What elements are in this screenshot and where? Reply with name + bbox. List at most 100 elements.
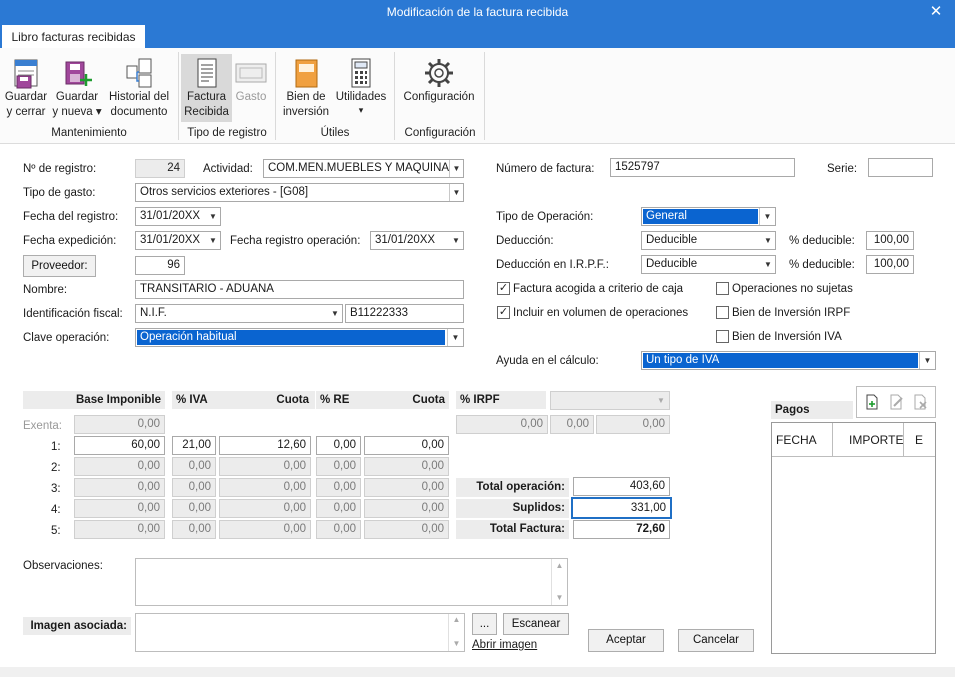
pagos-table[interactable]: FECHA IMPORTE E <box>771 422 936 654</box>
row-4-cuota[interactable]: 0,00 <box>219 499 311 518</box>
deduccion-select[interactable]: Deducible ▼ <box>641 231 776 250</box>
total-operacion-field[interactable]: 403,60 <box>573 477 670 496</box>
scroll-down-icon[interactable]: ▼ <box>449 638 464 650</box>
gasto-button[interactable]: Gasto <box>233 54 269 122</box>
scroll-up-icon[interactable]: ▲ <box>449 614 464 626</box>
save-close-button[interactable]: Guardar y cerrar <box>2 54 50 122</box>
criterio-caja-checkbox[interactable]: ✓ <box>497 282 510 295</box>
tipo-operacion-select[interactable]: General ▼ <box>641 207 776 226</box>
exenta-field[interactable]: 0,00 <box>74 415 165 434</box>
new-document-icon[interactable] <box>863 393 881 411</box>
clave-operacion-select[interactable]: Operación habitual ▼ <box>135 328 464 347</box>
row-5-re[interactable]: 0,00 <box>316 520 361 539</box>
delete-document-icon[interactable] <box>911 393 929 411</box>
deduccion-irpf-select[interactable]: Deducible ▼ <box>641 255 776 274</box>
row-1-cuota-re[interactable]: 0,00 <box>364 436 449 455</box>
save-new-button[interactable]: Guardar y nueva ▾ <box>52 54 102 122</box>
row-5-cuota-re[interactable]: 0,00 <box>364 520 449 539</box>
scrollbar[interactable]: ▲ ▼ <box>448 614 464 651</box>
close-icon[interactable]: ✕ <box>927 0 945 24</box>
configuracion-button[interactable]: Configuración <box>399 54 479 122</box>
escanear-button[interactable]: Escanear <box>503 613 569 635</box>
row-1-cuota[interactable]: 12,60 <box>219 436 311 455</box>
irpf-pct-field[interactable]: 0,00 <box>550 415 594 434</box>
id-numero-field[interactable]: B11222333 <box>345 304 464 323</box>
row-2-cuota[interactable]: 0,00 <box>219 457 311 476</box>
exenta-label: Exenta: <box>23 420 62 432</box>
abrir-imagen-link[interactable]: Abrir imagen <box>472 639 537 651</box>
chevron-down-icon: ▼ <box>761 256 775 273</box>
bien-inversion-button[interactable]: Bien de inversión <box>282 54 330 122</box>
volumen-operaciones-checkbox[interactable]: ✓ <box>497 306 510 319</box>
bien-label-2: inversión <box>282 106 330 118</box>
chevron-down-icon: ▼ <box>449 184 463 201</box>
scrollbar[interactable]: ▲ ▼ <box>551 559 567 605</box>
utilidades-button[interactable]: Utilidades ▾ <box>332 54 390 122</box>
pagos-title: Pagos <box>771 401 853 419</box>
row-4-re[interactable]: 0,00 <box>316 499 361 518</box>
proveedor-field[interactable]: 96 <box>135 256 185 275</box>
row-4-cuota-re[interactable]: 0,00 <box>364 499 449 518</box>
row-3-cuota[interactable]: 0,00 <box>219 478 311 497</box>
row-4-base[interactable]: 0,00 <box>74 499 165 518</box>
row-3-iva[interactable]: 0,00 <box>172 478 216 497</box>
row-2-iva[interactable]: 0,00 <box>172 457 216 476</box>
ayuda-calculo-select[interactable]: Un tipo de IVA ▼ <box>641 351 936 370</box>
irpf-base-field[interactable]: 0,00 <box>456 415 548 434</box>
observaciones-textarea[interactable]: ▲ ▼ <box>135 558 568 606</box>
row-5-base[interactable]: 0,00 <box>74 520 165 539</box>
proveedor-button[interactable]: Proveedor: <box>23 255 96 277</box>
row-2-base[interactable]: 0,00 <box>74 457 165 476</box>
imagen-asociada-field[interactable]: ▲ ▼ <box>135 613 465 652</box>
irpf-cuota-field[interactable]: 0,00 <box>596 415 670 434</box>
row-5-label: 5: <box>51 525 61 537</box>
tipo-gasto-select[interactable]: Otros servicios exteriores - [G08] ▼ <box>135 183 464 202</box>
fecha-registro-operacion-field[interactable]: 31/01/20XX ▼ <box>370 231 464 250</box>
suplidos-field[interactable]: 331,00 <box>571 497 672 519</box>
registro-label: Nº de registro: <box>23 163 97 175</box>
row-2-re[interactable]: 0,00 <box>316 457 361 476</box>
tipo-gasto-value: Otros servicios exteriores - [G08] <box>140 186 309 198</box>
clave-operacion-value: Operación habitual <box>137 330 445 345</box>
fecha-expedicion-field[interactable]: 31/01/20XX ▼ <box>135 231 221 250</box>
id-tipo-select[interactable]: N.I.F. ▼ <box>135 304 343 323</box>
cancelar-button[interactable]: Cancelar <box>678 629 754 652</box>
tab-libro-facturas[interactable]: Libro facturas recibidas <box>2 25 145 49</box>
scroll-up-icon[interactable]: ▲ <box>552 559 567 573</box>
bien-irpf-checkbox[interactable] <box>716 306 729 319</box>
registro-field[interactable]: 24 <box>135 159 185 178</box>
row-1-re[interactable]: 0,00 <box>316 436 361 455</box>
scroll-down-icon[interactable]: ▼ <box>552 589 567 607</box>
header-base-imponible: Base Imponible <box>23 391 165 409</box>
nombre-field[interactable]: TRANSITARIO - ADUANA <box>135 280 464 299</box>
history-button[interactable]: Historial del documento <box>104 54 174 122</box>
row-2-cuota-re[interactable]: 0,00 <box>364 457 449 476</box>
row-3-re[interactable]: 0,00 <box>316 478 361 497</box>
pct-deducible-irpf-field[interactable]: 100,00 <box>866 255 914 274</box>
actividad-select[interactable]: COM.MEN.MUEBLES Y MAQUINAS I ▼ <box>263 159 464 178</box>
pct-deducible-irpf-label: % deducible: <box>789 259 855 271</box>
row-3-cuota-re[interactable]: 0,00 <box>364 478 449 497</box>
factura-label-2: Recibida <box>184 106 229 118</box>
pct-deducible-field[interactable]: 100,00 <box>866 231 914 250</box>
row-4-iva[interactable]: 0,00 <box>172 499 216 518</box>
aceptar-button[interactable]: Aceptar <box>588 629 664 652</box>
browse-button[interactable]: ... <box>472 613 497 635</box>
chevron-down-icon: ▼ <box>657 396 665 405</box>
row-1-iva[interactable]: 21,00 <box>172 436 216 455</box>
numero-factura-field[interactable]: 1525797 <box>610 158 795 177</box>
irpf-select[interactable]: ▼ <box>550 391 670 410</box>
bien-iva-checkbox[interactable] <box>716 330 729 343</box>
edit-document-icon[interactable] <box>887 393 905 411</box>
group-tipo-registro: Tipo de registro <box>187 127 267 139</box>
gear-icon <box>425 59 453 87</box>
row-1-base[interactable]: 60,00 <box>74 436 165 455</box>
row-5-cuota[interactable]: 0,00 <box>219 520 311 539</box>
row-3-base[interactable]: 0,00 <box>74 478 165 497</box>
no-sujetas-checkbox[interactable] <box>716 282 729 295</box>
fecha-registro-field[interactable]: 31/01/20XX ▼ <box>135 207 221 226</box>
total-factura-field[interactable]: 72,60 <box>573 520 670 539</box>
row-5-iva[interactable]: 0,00 <box>172 520 216 539</box>
serie-field[interactable] <box>868 158 933 177</box>
factura-recibida-button[interactable]: Factura Recibida <box>181 54 232 122</box>
